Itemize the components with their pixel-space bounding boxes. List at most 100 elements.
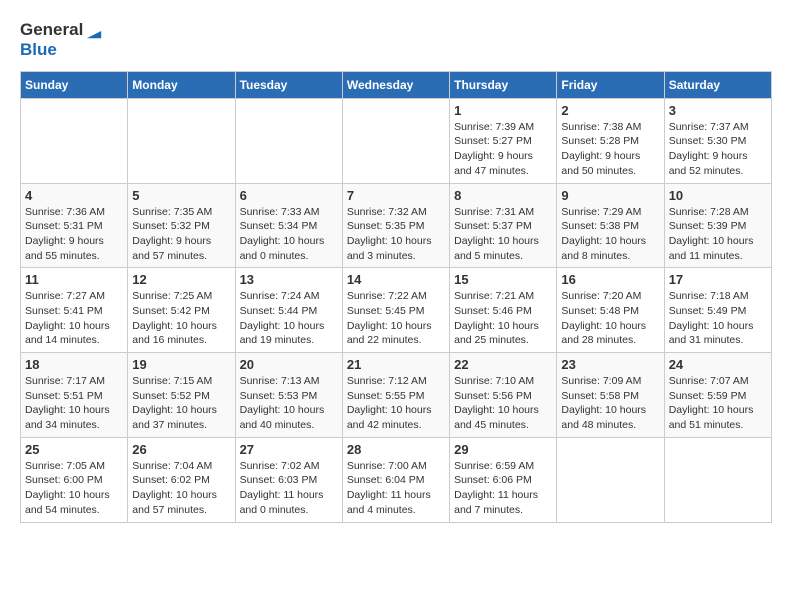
day-number: 7 <box>347 188 445 203</box>
day-info: Sunrise: 7:32 AMSunset: 5:35 PMDaylight:… <box>347 205 445 264</box>
calendar-week-5: 25 Sunrise: 7:05 AMSunset: 6:00 PMDayligh… <box>21 437 772 522</box>
calendar-cell: 1 Sunrise: 7:39 AMSunset: 5:27 PMDaylight… <box>450 98 557 183</box>
day-info: Sunrise: 7:37 AMSunset: 5:30 PMDaylight:… <box>669 120 767 179</box>
day-number: 13 <box>240 272 338 287</box>
day-number: 23 <box>561 357 659 372</box>
day-number: 27 <box>240 442 338 457</box>
weekday-header-friday: Friday <box>557 71 664 98</box>
day-info: Sunrise: 7:18 AMSunset: 5:49 PMDaylight:… <box>669 289 767 348</box>
day-number: 1 <box>454 103 552 118</box>
calendar-table: SundayMondayTuesdayWednesdayThursdayFrid… <box>20 71 772 523</box>
calendar-cell: 25 Sunrise: 7:05 AMSunset: 6:00 PMDayligh… <box>21 437 128 522</box>
day-number: 19 <box>132 357 230 372</box>
weekday-header-monday: Monday <box>128 71 235 98</box>
day-info: Sunrise: 7:33 AMSunset: 5:34 PMDaylight:… <box>240 205 338 264</box>
day-info: Sunrise: 7:17 AMSunset: 5:51 PMDaylight:… <box>25 374 123 433</box>
day-number: 14 <box>347 272 445 287</box>
calendar-cell: 17 Sunrise: 7:18 AMSunset: 5:49 PMDayligh… <box>664 268 771 353</box>
day-number: 8 <box>454 188 552 203</box>
weekday-header-saturday: Saturday <box>664 71 771 98</box>
calendar-cell: 14 Sunrise: 7:22 AMSunset: 5:45 PMDayligh… <box>342 268 449 353</box>
calendar-cell: 15 Sunrise: 7:21 AMSunset: 5:46 PMDayligh… <box>450 268 557 353</box>
calendar-cell: 11 Sunrise: 7:27 AMSunset: 5:41 PMDayligh… <box>21 268 128 353</box>
calendar-cell: 27 Sunrise: 7:02 AMSunset: 6:03 PMDayligh… <box>235 437 342 522</box>
day-number: 21 <box>347 357 445 372</box>
header: General Blue <box>20 20 772 61</box>
day-info: Sunrise: 7:27 AMSunset: 5:41 PMDaylight:… <box>25 289 123 348</box>
day-number: 6 <box>240 188 338 203</box>
calendar-cell: 8 Sunrise: 7:31 AMSunset: 5:37 PMDaylight… <box>450 183 557 268</box>
calendar-week-2: 4 Sunrise: 7:36 AMSunset: 5:31 PMDaylight… <box>21 183 772 268</box>
calendar-cell: 18 Sunrise: 7:17 AMSunset: 5:51 PMDayligh… <box>21 353 128 438</box>
calendar-week-4: 18 Sunrise: 7:17 AMSunset: 5:51 PMDayligh… <box>21 353 772 438</box>
day-info: Sunrise: 7:09 AMSunset: 5:58 PMDaylight:… <box>561 374 659 433</box>
calendar-cell: 20 Sunrise: 7:13 AMSunset: 5:53 PMDayligh… <box>235 353 342 438</box>
day-info: Sunrise: 7:39 AMSunset: 5:27 PMDaylight:… <box>454 120 552 179</box>
calendar-cell: 5Sunrise: 7:35 AMSunset: 5:32 PMDaylight… <box>128 183 235 268</box>
day-number: 20 <box>240 357 338 372</box>
calendar-cell: 12Sunrise: 7:25 AMSunset: 5:42 PMDayligh… <box>128 268 235 353</box>
calendar-week-3: 11 Sunrise: 7:27 AMSunset: 5:41 PMDayligh… <box>21 268 772 353</box>
day-number: 5 <box>132 188 230 203</box>
calendar-cell: 24Sunrise: 7:07 AMSunset: 5:59 PMDayligh… <box>664 353 771 438</box>
calendar-cell: 10 Sunrise: 7:28 AMSunset: 5:39 PMDayligh… <box>664 183 771 268</box>
day-info: Sunrise: 7:13 AMSunset: 5:53 PMDaylight:… <box>240 374 338 433</box>
calendar-cell: 19 Sunrise: 7:15 AMSunset: 5:52 PMDayligh… <box>128 353 235 438</box>
day-info: Sunrise: 7:24 AMSunset: 5:44 PMDaylight:… <box>240 289 338 348</box>
logo-text-general: General <box>20 20 83 39</box>
calendar-cell: 22Sunrise: 7:10 AMSunset: 5:56 PMDayligh… <box>450 353 557 438</box>
day-number: 15 <box>454 272 552 287</box>
day-info: Sunrise: 7:21 AMSunset: 5:46 PMDaylight:… <box>454 289 552 348</box>
day-info: Sunrise: 7:00 AMSunset: 6:04 PMDaylight:… <box>347 459 445 518</box>
calendar-cell: 6 Sunrise: 7:33 AMSunset: 5:34 PMDaylight… <box>235 183 342 268</box>
calendar-cell: 7 Sunrise: 7:32 AMSunset: 5:35 PMDaylight… <box>342 183 449 268</box>
day-number: 17 <box>669 272 767 287</box>
day-number: 2 <box>561 103 659 118</box>
day-number: 25 <box>25 442 123 457</box>
day-number: 22 <box>454 357 552 372</box>
day-info: Sunrise: 7:20 AMSunset: 5:48 PMDaylight:… <box>561 289 659 348</box>
calendar-cell <box>557 437 664 522</box>
calendar-header-row: SundayMondayTuesdayWednesdayThursdayFrid… <box>21 71 772 98</box>
day-number: 9 <box>561 188 659 203</box>
day-info: Sunrise: 7:02 AMSunset: 6:03 PMDaylight:… <box>240 459 338 518</box>
day-info: Sunrise: 7:28 AMSunset: 5:39 PMDaylight:… <box>669 205 767 264</box>
weekday-header-sunday: Sunday <box>21 71 128 98</box>
calendar-cell <box>342 98 449 183</box>
calendar-cell: 2 Sunrise: 7:38 AMSunset: 5:28 PMDaylight… <box>557 98 664 183</box>
logo: General Blue <box>20 20 103 61</box>
day-number: 3 <box>669 103 767 118</box>
day-info: Sunrise: 7:15 AMSunset: 5:52 PMDaylight:… <box>132 374 230 433</box>
calendar-cell <box>128 98 235 183</box>
calendar-cell: 21 Sunrise: 7:12 AMSunset: 5:55 PMDayligh… <box>342 353 449 438</box>
day-info: Sunrise: 7:38 AMSunset: 5:28 PMDaylight:… <box>561 120 659 179</box>
calendar-cell: 23 Sunrise: 7:09 AMSunset: 5:58 PMDayligh… <box>557 353 664 438</box>
calendar-cell: 28Sunrise: 7:00 AMSunset: 6:04 PMDayligh… <box>342 437 449 522</box>
calendar-cell: 13 Sunrise: 7:24 AMSunset: 5:44 PMDayligh… <box>235 268 342 353</box>
calendar-week-1: 1 Sunrise: 7:39 AMSunset: 5:27 PMDaylight… <box>21 98 772 183</box>
day-info: Sunrise: 7:07 AMSunset: 5:59 PMDaylight:… <box>669 374 767 433</box>
day-info: Sunrise: 7:29 AMSunset: 5:38 PMDaylight:… <box>561 205 659 264</box>
day-info: Sunrise: 7:31 AMSunset: 5:37 PMDaylight:… <box>454 205 552 264</box>
day-info: Sunrise: 7:25 AMSunset: 5:42 PMDaylight:… <box>132 289 230 348</box>
calendar-cell <box>21 98 128 183</box>
day-info: Sunrise: 7:36 AMSunset: 5:31 PMDaylight:… <box>25 205 123 264</box>
calendar-cell: 4 Sunrise: 7:36 AMSunset: 5:31 PMDaylight… <box>21 183 128 268</box>
day-number: 4 <box>25 188 123 203</box>
calendar-cell: 26Sunrise: 7:04 AMSunset: 6:02 PMDayligh… <box>128 437 235 522</box>
day-number: 11 <box>25 272 123 287</box>
day-info: Sunrise: 7:12 AMSunset: 5:55 PMDaylight:… <box>347 374 445 433</box>
logo-text-blue: Blue <box>20 40 57 59</box>
calendar-cell: 29Sunrise: 6:59 AMSunset: 6:06 PMDayligh… <box>450 437 557 522</box>
day-number: 18 <box>25 357 123 372</box>
weekday-header-tuesday: Tuesday <box>235 71 342 98</box>
logo-triangle-icon <box>85 22 103 40</box>
calendar-cell <box>664 437 771 522</box>
calendar-cell: 3 Sunrise: 7:37 AMSunset: 5:30 PMDaylight… <box>664 98 771 183</box>
day-number: 10 <box>669 188 767 203</box>
calendar-cell: 9 Sunrise: 7:29 AMSunset: 5:38 PMDaylight… <box>557 183 664 268</box>
calendar-cell: 16 Sunrise: 7:20 AMSunset: 5:48 PMDayligh… <box>557 268 664 353</box>
day-info: Sunrise: 7:22 AMSunset: 5:45 PMDaylight:… <box>347 289 445 348</box>
day-number: 16 <box>561 272 659 287</box>
day-info: Sunrise: 7:05 AMSunset: 6:00 PMDaylight:… <box>25 459 123 518</box>
